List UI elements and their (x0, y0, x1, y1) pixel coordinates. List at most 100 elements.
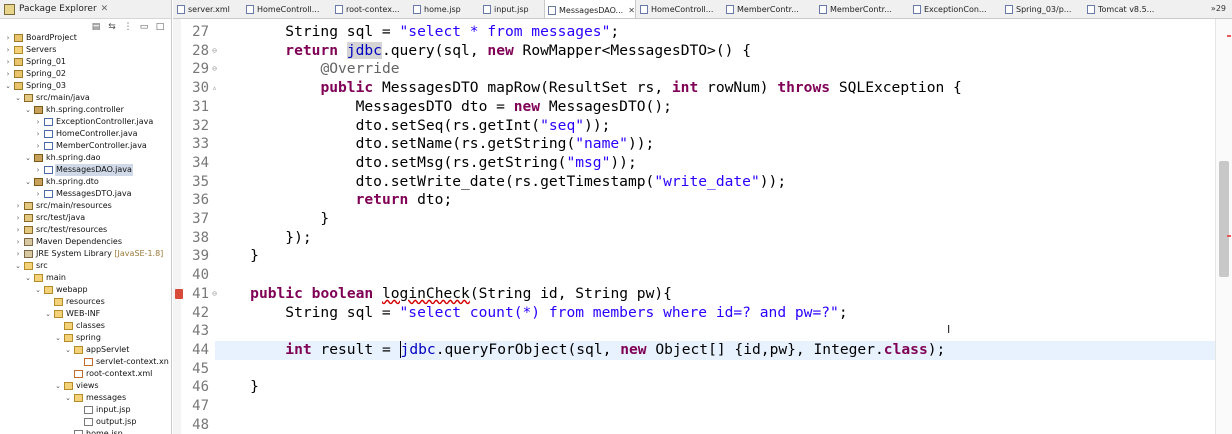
tree-item[interactable]: › ExceptionController.java (0, 116, 171, 128)
collapse-all-icon[interactable]: ▤ (91, 22, 101, 32)
tree-item[interactable]: › JRE System Library [JavaSE-1.8] (0, 248, 171, 260)
minimize-icon[interactable]: ▭ (139, 22, 149, 32)
collapsed-twisty-icon[interactable]: › (14, 236, 22, 248)
expanded-twisty-icon[interactable]: ⌄ (34, 284, 42, 296)
tree-item-label: kh.spring.controller (45, 104, 125, 116)
collapsed-twisty-icon[interactable]: › (34, 140, 42, 152)
tree-item[interactable]: › Maven Dependencies (0, 236, 171, 248)
collapsed-twisty-icon[interactable]: › (34, 164, 42, 176)
tree-item[interactable]: ⌄ main (0, 272, 171, 284)
tree-item[interactable]: classes (0, 320, 171, 332)
editor-tab[interactable]: Tomcat v8.5... (1087, 0, 1154, 18)
maximize-icon[interactable]: □ (155, 22, 165, 32)
collapsed-twisty-icon[interactable]: › (14, 212, 22, 224)
tree-item[interactable]: › BoardProject (0, 32, 171, 44)
editor-tab[interactable]: ExceptionCon... (913, 0, 987, 18)
expanded-twisty-icon[interactable]: ⌄ (24, 152, 32, 164)
tree-item[interactable]: ⌄ kh.spring.dao (0, 152, 171, 164)
tree-item[interactable]: › src/test/resources (0, 224, 171, 236)
expanded-twisty-icon[interactable]: ⌄ (44, 308, 52, 320)
tree-item[interactable]: ⌄ views (0, 380, 171, 392)
tree-item[interactable]: ⌄ src/main/java (0, 92, 171, 104)
collapsed-twisty-icon[interactable]: › (34, 188, 42, 200)
code-editor[interactable]: String sql = "select * from messages"; r… (215, 19, 1215, 434)
expanded-twisty-icon[interactable]: ⌄ (24, 176, 32, 188)
expanded-twisty-icon[interactable]: ⌄ (14, 92, 22, 104)
view-menu-icon[interactable]: ⋮ (123, 22, 133, 32)
vertical-scrollbar[interactable] (1215, 19, 1232, 434)
tree-item[interactable]: › MemberController.java (0, 140, 171, 152)
expanded-twisty-icon[interactable]: ⌄ (64, 344, 72, 356)
expanded-twisty-icon[interactable]: ⌄ (24, 272, 32, 284)
tree-item[interactable]: resources (0, 296, 171, 308)
collapsed-twisty-icon[interactable]: › (14, 200, 22, 212)
collapsed-twisty-icon[interactable]: › (14, 224, 22, 236)
link-with-editor-icon[interactable]: ⇆ (107, 22, 117, 32)
editor-tab[interactable]: MemberContr... (726, 0, 799, 18)
tree-item-text: classes (76, 321, 105, 330)
collapsed-twisty-icon[interactable]: › (4, 32, 12, 44)
editor-tab[interactable]: MessagesDAO... ✕ (544, 0, 636, 18)
expanded-twisty-icon[interactable]: ⌄ (24, 104, 32, 116)
folder-icon (24, 262, 33, 270)
expanded-twisty-icon[interactable]: ⌄ (54, 380, 62, 392)
editor-tab[interactable]: HomeControll... (246, 0, 320, 18)
tree-item[interactable]: ⌄ webapp (0, 284, 171, 296)
tree-item-label: appServlet (85, 344, 130, 356)
tab-overflow-indicator[interactable]: »29 (1211, 4, 1226, 13)
folder-icon (54, 298, 63, 306)
editor-tab[interactable]: MemberContr... (819, 0, 892, 18)
editor-tab[interactable]: HomeControll... (640, 0, 713, 18)
tree-item[interactable]: ⌄ WEB-INF (0, 308, 171, 320)
tree-item[interactable]: › Spring_02 (0, 68, 171, 80)
package-explorer-tab[interactable]: Package Explorer ✕ (0, 0, 171, 19)
tree-item[interactable]: ⌄ Spring_03 (0, 80, 171, 92)
line-number: 27 (181, 23, 215, 42)
expanded-twisty-icon[interactable]: ⌄ (54, 332, 62, 344)
code-token: MessagesDTO(); (540, 97, 672, 115)
collapsed-twisty-icon[interactable]: › (4, 44, 12, 56)
tree-item[interactable]: ⌄ kh.spring.dto (0, 176, 171, 188)
tree-item[interactable]: ⌄ spring (0, 332, 171, 344)
error-marker-icon[interactable] (175, 288, 183, 299)
collapsed-twisty-icon[interactable]: › (14, 248, 22, 260)
java-icon (44, 142, 53, 150)
scrollbar-thumb[interactable] (1219, 161, 1229, 277)
tree-item[interactable]: ⌄ kh.spring.controller (0, 104, 171, 116)
collapsed-twisty-icon[interactable]: › (4, 56, 12, 68)
collapsed-twisty-icon[interactable]: › (34, 128, 42, 140)
tree-item[interactable]: › Spring_01 (0, 56, 171, 68)
close-icon[interactable]: ✕ (101, 4, 109, 14)
editor-tab[interactable]: home.jsp (413, 0, 461, 18)
tree-item[interactable]: input.jsp (0, 404, 171, 416)
editor-tab[interactable]: input.jsp (483, 0, 529, 18)
tree-item[interactable]: › HomeController.java (0, 128, 171, 140)
expanded-twisty-icon[interactable]: ⌄ (4, 80, 12, 92)
editor-tab-label: MemberContr... (737, 5, 799, 14)
tree-item[interactable]: › src/test/java (0, 212, 171, 224)
editor-tab-label: HomeControll... (257, 5, 320, 14)
tree-item[interactable]: › Servers (0, 44, 171, 56)
code-token: ; (610, 23, 620, 40)
tree-item[interactable]: root-context.xml (0, 368, 171, 380)
tree-item[interactable]: ⌄ messages (0, 392, 171, 404)
tree-item[interactable]: servlet-context.xn (0, 356, 171, 368)
tree-item[interactable]: output.jsp (0, 416, 171, 428)
collapsed-twisty-icon[interactable]: › (34, 116, 42, 128)
close-tab-icon[interactable]: ✕ (628, 6, 635, 15)
tree-item[interactable]: › src/main/resources (0, 200, 171, 212)
tree-item[interactable]: › MessagesDTO.java (0, 188, 171, 200)
tree-item[interactable]: ⌄ appServlet (0, 344, 171, 356)
collapsed-twisty-icon[interactable]: › (4, 68, 12, 80)
tree-item[interactable]: ⌄ src (0, 260, 171, 272)
editor-tab[interactable]: Spring_03/p... (1005, 0, 1071, 18)
tree-item[interactable]: › MessagesDAO.java (0, 164, 171, 176)
tree-item[interactable]: home.jsp (0, 428, 171, 434)
project-tree: › BoardProject › Servers › Spring_01 › Spring_0… (0, 32, 171, 434)
expanded-twisty-icon[interactable]: ⌄ (14, 260, 22, 272)
overview-error-marker[interactable] (1227, 35, 1231, 37)
editor-tab[interactable]: root-contex... (335, 0, 400, 18)
editor-tab[interactable]: server.xml (177, 0, 230, 18)
expanded-twisty-icon[interactable]: ⌄ (64, 392, 72, 404)
overview-error-marker[interactable] (1227, 235, 1231, 237)
